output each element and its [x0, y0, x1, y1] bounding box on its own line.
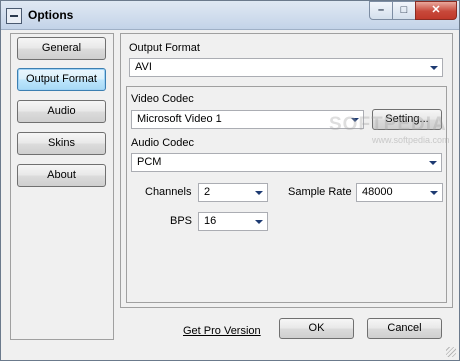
resize-grip-icon[interactable] — [446, 347, 456, 357]
bps-dropdown[interactable]: 16 — [198, 212, 268, 231]
audio-codec-dropdown[interactable]: PCM — [131, 153, 442, 172]
chevron-down-icon — [430, 66, 438, 70]
minimize-button[interactable]: – — [369, 1, 393, 20]
sample-rate-dropdown[interactable]: 48000 — [356, 183, 443, 202]
audio-codec-label: Audio Codec — [131, 137, 194, 149]
channels-dropdown[interactable]: 2 — [198, 183, 268, 202]
nav-button-audio[interactable]: Audio — [17, 100, 106, 123]
nav-button-skins[interactable]: Skins — [17, 132, 106, 155]
nav-button-output-format[interactable]: Output Format — [17, 68, 106, 91]
sample-rate-label: Sample Rate — [288, 186, 352, 198]
nav-button-general[interactable]: General — [17, 37, 106, 60]
get-pro-version-link[interactable]: Get Pro Version — [183, 325, 261, 337]
maximize-icon: □ — [400, 4, 408, 16]
video-codec-dropdown[interactable]: Microsoft Video 1 — [131, 110, 364, 129]
chevron-down-icon — [255, 191, 263, 195]
output-format-dropdown[interactable]: AVI — [129, 58, 443, 77]
close-button[interactable]: ✕ — [415, 1, 457, 20]
minimize-icon: – — [377, 4, 385, 16]
codec-settings-group: Video Codec Microsoft Video 1 Setting...… — [126, 86, 447, 303]
title-bar[interactable]: Options – □ ✕ — [1, 1, 459, 30]
chevron-down-icon — [255, 220, 263, 224]
window-menu-icon[interactable] — [6, 8, 22, 24]
output-format-value: AVI — [135, 61, 152, 73]
window-title: Options — [28, 8, 74, 22]
output-format-label: Output Format — [129, 42, 200, 54]
bps-value: 16 — [204, 215, 217, 227]
nav-button-about[interactable]: About — [17, 164, 106, 187]
chevron-down-icon — [429, 161, 437, 165]
close-icon: ✕ — [431, 4, 441, 16]
cancel-button[interactable]: Cancel — [367, 318, 442, 339]
video-codec-value: Microsoft Video 1 — [137, 113, 222, 125]
channels-value: 2 — [204, 186, 211, 198]
chevron-down-icon — [430, 191, 438, 195]
sample-rate-value: 48000 — [362, 186, 393, 198]
options-category-panel: General Output Format Audio Skins About — [10, 33, 114, 340]
output-format-panel: Output Format AVI Video Codec Microsoft … — [120, 33, 453, 308]
chevron-down-icon — [351, 118, 359, 122]
maximize-button[interactable]: □ — [392, 1, 416, 20]
video-codec-settings-button[interactable]: Setting... — [372, 109, 442, 130]
ok-button[interactable]: OK — [279, 318, 354, 339]
audio-codec-value: PCM — [137, 156, 162, 168]
bps-label: BPS — [170, 215, 193, 227]
video-codec-label: Video Codec — [131, 93, 194, 105]
options-window: Options – □ ✕ General Output Format Audi… — [0, 0, 460, 361]
channels-label: Channels — [145, 186, 192, 198]
